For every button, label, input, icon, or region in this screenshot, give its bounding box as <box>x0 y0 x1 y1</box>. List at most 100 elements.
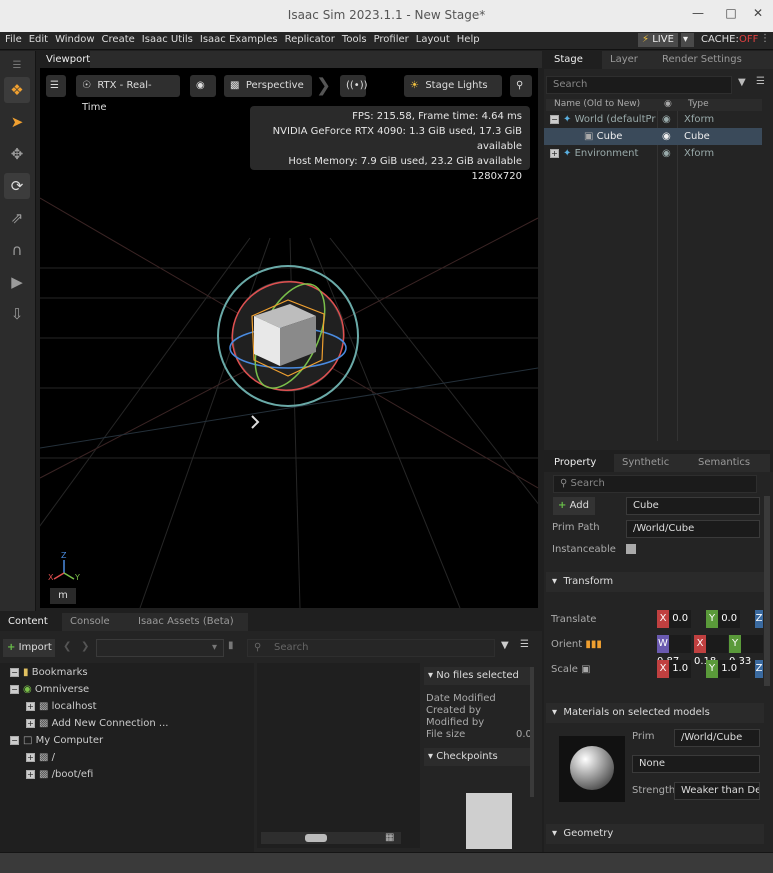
menu-file[interactable]: File <box>0 32 24 45</box>
content-search-input[interactable]: ⚲ Search <box>247 639 495 657</box>
checkpoints-header[interactable]: ▾ Checkpoints <box>424 748 530 766</box>
collapse-icon[interactable]: − <box>550 114 559 124</box>
eye-icon[interactable]: ◉ <box>662 128 671 145</box>
expand-icon[interactable]: + <box>26 769 35 779</box>
scale-y-field[interactable]: Y 1.0 <box>706 660 740 678</box>
expand-icon[interactable]: + <box>26 752 35 762</box>
info-scrollbar[interactable] <box>530 667 534 797</box>
menu-profiler[interactable]: Profiler <box>369 32 411 45</box>
play-icon[interactable]: ▶ <box>4 269 30 295</box>
stage-menu-icon[interactable]: ☰ <box>756 76 765 87</box>
prim-path-field[interactable]: /World/Cube <box>626 520 760 538</box>
menu-help[interactable]: Help <box>452 32 482 45</box>
menu-edit[interactable]: Edit <box>24 32 50 45</box>
tree-add-connection[interactable]: + ▩ Add New Connection ... <box>26 716 168 732</box>
grid-view-icon[interactable]: ▦ <box>385 832 394 843</box>
stage-lights-button[interactable]: ☀ Stage Lights <box>404 75 502 97</box>
scale-icon[interactable]: ⇗ <box>4 205 30 231</box>
maximize-icon[interactable]: □ <box>721 6 741 20</box>
stage-row-world[interactable]: − ✦ World (defaultPr ◉ Xform <box>544 111 762 128</box>
property-search-input[interactable]: ⚲ Search <box>553 475 757 493</box>
strength-select[interactable]: Weaker than Desc <box>674 782 760 800</box>
tab-console[interactable]: Console <box>62 613 130 631</box>
tab-semantics[interactable]: Semantics S... <box>690 454 770 486</box>
expand-icon[interactable]: + <box>26 701 35 711</box>
prim-name-field[interactable]: Cube <box>626 497 760 515</box>
tree-boot-efi[interactable]: + ▩ /boot/efi <box>26 767 93 783</box>
tree-localhost[interactable]: + ▩ localhost <box>26 699 97 715</box>
scroll-thumb[interactable] <box>305 834 327 842</box>
tree-my-computer[interactable]: − □ My Computer <box>10 733 103 749</box>
location-pin-button[interactable]: ⚲ <box>510 75 532 97</box>
back-arrow-icon[interactable]: ❮ <box>63 641 71 652</box>
horizontal-scrollbar[interactable] <box>261 832 401 844</box>
stage-row-environment[interactable]: + ✦ Environment ◉ Xform <box>544 145 762 162</box>
live-button[interactable]: ⚡ LIVE <box>638 33 678 47</box>
content-menu-icon[interactable]: ☰ <box>520 639 529 650</box>
minimize-icon[interactable]: — <box>688 6 708 20</box>
orient-y-field[interactable]: Y0.33 <box>729 635 763 667</box>
viewport-settings-button[interactable]: ☰ <box>46 75 66 97</box>
expand-icon[interactable]: + <box>550 148 559 158</box>
geometry-section-header[interactable]: ▾ Geometry <box>546 824 764 844</box>
cache-menu-icon[interactable]: ⋮ <box>760 33 770 44</box>
move-icon[interactable]: ✥ <box>4 141 30 167</box>
orient-x-field[interactable]: X0.18 <box>694 635 728 667</box>
expand-icon[interactable]: + <box>26 718 35 728</box>
scale-z-field[interactable]: Z <box>755 660 763 678</box>
instanceable-checkbox[interactable] <box>626 544 636 554</box>
viewport[interactable]: ☰ ☉ RTX - Real-Time ◉ ▩ Perspective ❯ ((… <box>40 68 538 608</box>
menu-isaac-utils[interactable]: Isaac Utils <box>137 32 195 45</box>
close-icon[interactable]: ✕ <box>748 6 768 20</box>
import-button[interactable]: + Import <box>3 639 55 657</box>
tab-layer[interactable]: Layer <box>602 51 654 69</box>
tab-property[interactable]: Property <box>546 454 614 472</box>
path-dropdown[interactable]: ▾ <box>96 639 224 657</box>
camera-button[interactable]: ▩ Perspective <box>224 75 312 97</box>
cache-state[interactable]: OFF <box>739 34 758 45</box>
filter-icon[interactable]: ▼ <box>501 640 509 651</box>
info-header[interactable]: ▾ No files selected <box>424 667 530 685</box>
material-select[interactable]: None <box>632 755 760 773</box>
add-button[interactable]: + Add <box>553 497 595 515</box>
units-badge[interactable]: m <box>50 588 76 604</box>
tab-stage[interactable]: Stage <box>546 51 602 69</box>
file-grid[interactable]: ▦ <box>257 663 420 848</box>
select-arrow-icon[interactable]: ➤ <box>4 109 30 135</box>
stage-search-input[interactable]: Search <box>546 76 732 94</box>
stage-row-cube[interactable]: ▣ Cube ◉ Cube <box>544 128 762 145</box>
property-scrollbar[interactable] <box>764 496 770 686</box>
tree-root[interactable]: + ▩ / <box>26 750 55 766</box>
eye-icon[interactable]: ◉ <box>662 145 671 162</box>
scale-x-field[interactable]: X 1.0 <box>657 660 691 678</box>
translate-z-field[interactable]: Z <box>755 610 763 628</box>
orient-w-field[interactable]: W0.87 <box>657 635 691 667</box>
collapse-icon[interactable]: − <box>10 667 19 677</box>
tab-render-settings[interactable]: Render Settings <box>654 51 773 69</box>
live-dropdown-chevron-icon[interactable]: ▾ <box>681 33 694 47</box>
filter-icon[interactable]: ▼ <box>738 77 746 88</box>
forward-arrow-icon[interactable]: ❯ <box>81 641 89 652</box>
menu-tools[interactable]: Tools <box>337 32 369 45</box>
translate-x-field[interactable]: X 0.0 <box>657 610 691 628</box>
tab-synthetic-data[interactable]: Synthetic Da... <box>614 454 690 486</box>
col-type-header[interactable]: Type <box>688 99 709 109</box>
material-prim-field[interactable]: /World/Cube <box>674 729 760 747</box>
broadcast-button[interactable]: ((•)) <box>340 75 368 97</box>
bookmark-icon[interactable]: ▮ <box>228 640 234 651</box>
tab-viewport[interactable]: Viewport <box>38 51 90 69</box>
eye-icon[interactable]: ◉ <box>662 111 671 128</box>
menu-layout[interactable]: Layout <box>411 32 452 45</box>
tab-content[interactable]: Content <box>0 613 62 631</box>
render-mode-button[interactable]: ☉ RTX - Real-Time <box>76 75 180 113</box>
rotate-icon[interactable]: ⟳ <box>4 173 30 199</box>
physics-step-icon[interactable]: ⇩ <box>4 301 30 327</box>
link-icon[interactable]: ▣ <box>581 664 590 675</box>
transform-section-header[interactable]: ▾ Transform <box>546 572 764 592</box>
tree-bookmarks[interactable]: − ▮ Bookmarks <box>10 665 88 681</box>
tree-omniverse[interactable]: − ◉ Omniverse <box>10 682 89 698</box>
menu-replicator[interactable]: Replicator <box>280 32 337 45</box>
collapse-icon[interactable]: − <box>10 735 19 745</box>
snap-magnet-icon[interactable]: ∩ <box>4 237 30 263</box>
menu-window[interactable]: Window <box>50 32 96 45</box>
